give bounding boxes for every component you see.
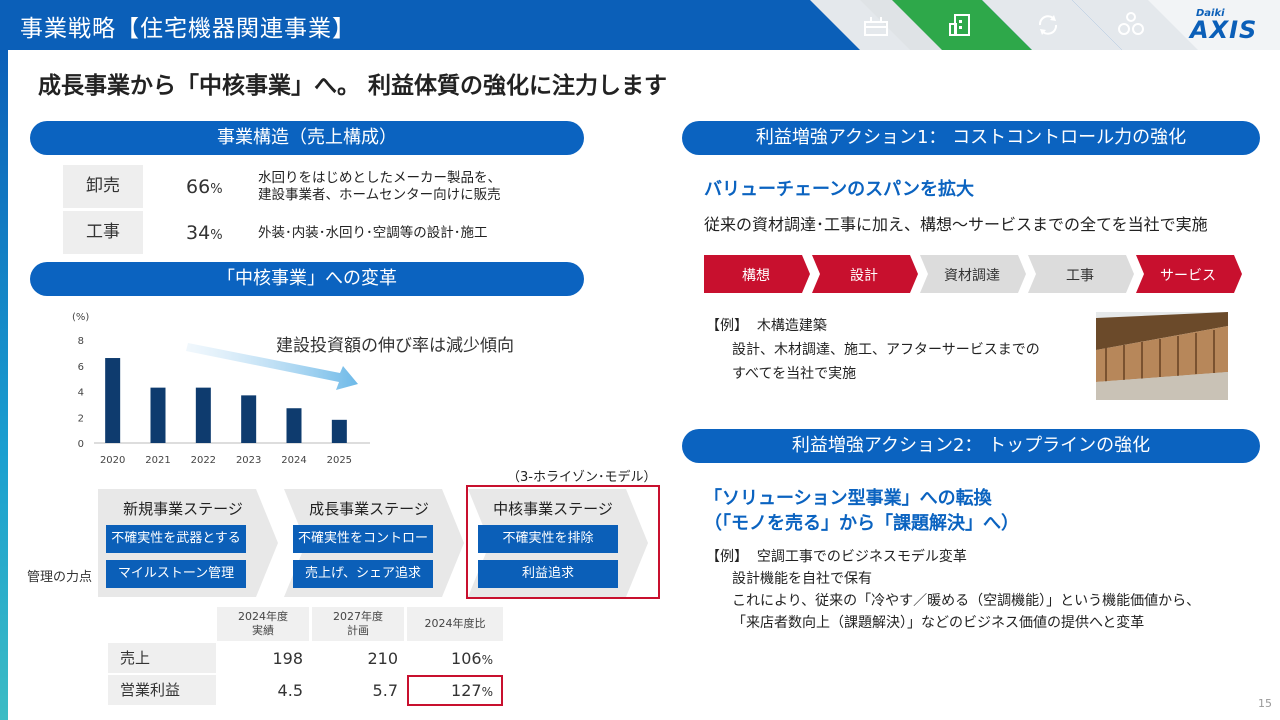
bar-2021 bbox=[150, 387, 166, 443]
structure-pct-construction: 34% bbox=[186, 222, 223, 244]
y-tick-label: 4 bbox=[78, 388, 84, 399]
profit-ratio-highlight bbox=[407, 675, 503, 706]
people-icon[interactable] bbox=[1116, 11, 1146, 39]
action2-example: 【例】 空調工事でのビジネスモデル変革 設計機能を自社で保有 これにより、従来の… bbox=[706, 549, 1201, 631]
structure-label-construction: 工事 bbox=[63, 211, 143, 254]
y-tick-label: 0 bbox=[78, 439, 84, 450]
sales-2024: 198 bbox=[272, 649, 303, 668]
structure-pct-wholesale: 66% bbox=[186, 176, 223, 198]
structure-label-wholesale: 卸売 bbox=[63, 165, 143, 208]
action1-subtitle: バリューチェーンのスパンを拡大 bbox=[704, 179, 974, 200]
action2-subtitle-sub: （「モノを売る」から「課題解決」へ） bbox=[704, 513, 1019, 534]
bar-2023 bbox=[241, 395, 257, 443]
action1-text: 従来の資材調達･工事に加え、構想～サービスまでの全てを当社で実施 bbox=[704, 215, 1208, 234]
x-tick-label: 2021 bbox=[145, 455, 170, 466]
row-label-operating-profit: 営業利益 bbox=[108, 675, 216, 705]
x-tick-label: 2022 bbox=[191, 455, 216, 466]
x-tick-label: 2025 bbox=[327, 455, 352, 466]
chart-ylabel: (%) bbox=[72, 312, 89, 323]
page-title: 事業戦略【住宅機器関連事業】 bbox=[20, 16, 356, 42]
page-number: 15 bbox=[1258, 697, 1272, 710]
structure-desc-construction: 外装･内装･水回り･空調等の設計･施工 bbox=[258, 225, 488, 241]
stage-new-uncertainty: 不確実性を武器とする bbox=[106, 525, 246, 553]
x-tick-label: 2024 bbox=[281, 455, 306, 466]
structure-pill: 事業構造（売上構成） bbox=[30, 121, 584, 155]
sales-ratio: 106% bbox=[451, 649, 493, 668]
y-tick-label: 6 bbox=[78, 362, 84, 373]
sales-2027: 210 bbox=[367, 649, 398, 668]
col-header-ratio: 2024年度比 bbox=[407, 607, 503, 641]
management-focus-label: 管理の力点 bbox=[27, 570, 93, 585]
transform-pill: 「中核事業」への変革 bbox=[30, 262, 584, 296]
horizon-model-label: （3-ホライゾン･モデル） bbox=[507, 470, 657, 485]
structure-desc-wholesale: 水回りをはじめとしたメーカー製品を、 建設事業者、ホームセンター向けに販売 bbox=[258, 170, 501, 203]
stage-new-focus: マイルストーン管理 bbox=[106, 560, 246, 588]
bar-2024 bbox=[286, 408, 302, 443]
cycle-icon[interactable] bbox=[1034, 12, 1062, 38]
stage-title-growth: 成長事業ステージ bbox=[309, 500, 429, 518]
x-tick-label: 2023 bbox=[236, 455, 261, 466]
headline: 成長事業から「中核事業」へ。 利益体質の強化に注力します bbox=[38, 73, 668, 99]
y-tick-label: 8 bbox=[78, 336, 84, 347]
chain-step-construction: 工事 bbox=[1066, 268, 1094, 284]
action1-example: 【例】 木構造建築 設計、木材調達、施工、アフターサービスまでの すべてを当社で… bbox=[706, 318, 1040, 382]
x-tick-label: 2020 bbox=[100, 455, 125, 466]
building-icon[interactable] bbox=[947, 12, 975, 38]
chain-step-design: 設計 bbox=[850, 268, 878, 284]
action2-subtitle: 「ソリューション型事業」への転換 bbox=[704, 488, 992, 509]
profit-2027: 5.7 bbox=[372, 681, 398, 700]
bar-2020 bbox=[105, 358, 121, 443]
col-header-2024-actual: 2024年度 実績 bbox=[217, 607, 309, 641]
col-header-2027-plan: 2027年度 計画 bbox=[312, 607, 404, 641]
stage-growth-uncertainty: 不確実性をコントロール bbox=[293, 525, 433, 574]
house-icon[interactable] bbox=[862, 13, 890, 37]
bar-2025 bbox=[331, 419, 347, 443]
y-tick-label: 2 bbox=[78, 413, 84, 424]
chart-note: 建設投資額の伸び率は減少傾向 bbox=[276, 336, 514, 356]
action1-pill: 利益増強アクション1： コストコントロール力の強化 bbox=[682, 121, 1260, 155]
chain-step-concept: 構想 bbox=[742, 268, 770, 284]
company-logo: Daiki AXIS bbox=[1190, 8, 1258, 44]
stage-title-new: 新規事業ステージ bbox=[123, 500, 243, 518]
bar-2022 bbox=[195, 387, 211, 443]
action2-pill: 利益増強アクション2： トップラインの強化 bbox=[682, 429, 1260, 463]
left-accent-strip bbox=[0, 50, 8, 720]
stage-growth-focus: 売上げ、シェア追求 bbox=[293, 560, 433, 588]
row-label-sales: 売上 bbox=[108, 643, 216, 673]
core-stage-highlight bbox=[466, 485, 660, 599]
wooden-building-photo bbox=[1096, 312, 1228, 400]
profit-2024: 4.5 bbox=[277, 681, 303, 700]
chain-step-service: サービス bbox=[1160, 268, 1216, 284]
chain-step-procurement: 資材調達 bbox=[944, 268, 1000, 284]
